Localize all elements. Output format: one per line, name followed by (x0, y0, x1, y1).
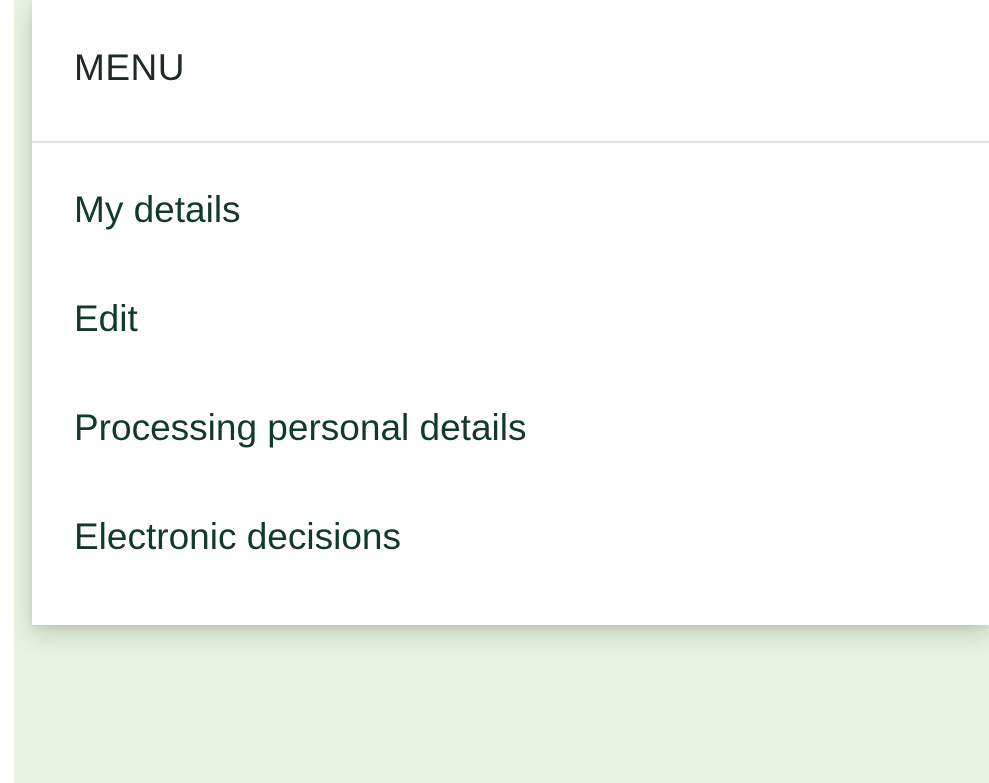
menu-list: My details Edit Processing personal deta… (32, 143, 989, 604)
menu-item-my-details[interactable]: My details (32, 168, 989, 277)
menu-title: MENU (74, 46, 185, 88)
menu-item-label: Electronic decisions (74, 515, 401, 557)
menu-item-processing-personal-details[interactable]: Processing personal details (32, 386, 989, 495)
page: MENU My details Edit Processing personal… (0, 0, 989, 783)
menu-panel: MENU My details Edit Processing personal… (32, 0, 989, 625)
menu-header: MENU (32, 0, 989, 143)
menu-item-electronic-decisions[interactable]: Electronic decisions (32, 495, 989, 604)
menu-item-label: Edit (74, 297, 138, 339)
menu-item-label: My details (74, 188, 241, 230)
menu-item-edit[interactable]: Edit (32, 277, 989, 386)
menu-item-label: Processing personal details (74, 406, 527, 448)
